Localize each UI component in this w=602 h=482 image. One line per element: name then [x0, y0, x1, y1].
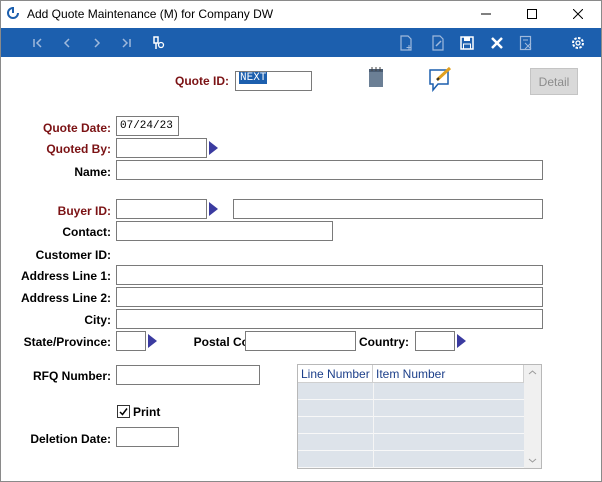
grid-row[interactable] — [298, 400, 524, 417]
quote-maintenance-window: Add Quote Maintenance (M) for Company DW — [0, 0, 602, 482]
address-line-2-label: Address Line 2: — [20, 291, 111, 305]
maximize-icon — [527, 9, 537, 19]
app-logo-icon — [7, 7, 19, 19]
customer-id-label: Customer ID: — [35, 248, 111, 262]
checkmark-icon — [119, 408, 128, 416]
notepad-icon[interactable] — [368, 66, 384, 91]
deletion-date-label: Deletion Date: — [30, 432, 111, 446]
edit-document-icon — [432, 35, 444, 51]
toolbar — [1, 28, 601, 57]
print-label: Print — [133, 405, 161, 419]
city-label: City: — [84, 313, 111, 327]
buyer-id-label: Buyer ID: — [57, 204, 111, 218]
quote-form: Quote ID: NEXT Detail Quote Date: 07/24/… — [1, 57, 601, 481]
address-line-2-field[interactable] — [116, 287, 543, 307]
settings-icon — [572, 37, 584, 49]
grid-row[interactable] — [298, 451, 524, 468]
quote-date-label: Quote Date: — [42, 121, 111, 135]
new-document-button[interactable] — [395, 32, 417, 54]
excel-icon — [519, 35, 532, 51]
lookup-button[interactable] — [147, 32, 169, 54]
export-excel-button[interactable] — [515, 32, 537, 54]
delete-icon — [491, 37, 503, 49]
grid-header-line-number[interactable]: Line Number — [298, 365, 373, 383]
first-record-button[interactable] — [27, 32, 49, 54]
last-record-button[interactable] — [115, 32, 137, 54]
quote-lines-grid[interactable]: Line Number Item Number — [297, 364, 542, 469]
minimize-button[interactable] — [463, 1, 509, 27]
previous-record-button[interactable] — [56, 32, 78, 54]
print-checkbox[interactable] — [117, 405, 130, 418]
country-field[interactable] — [415, 331, 455, 351]
next-record-button[interactable] — [86, 32, 108, 54]
minimize-icon — [481, 13, 491, 15]
save-icon — [460, 36, 474, 50]
quoted-by-label: Quoted By: — [46, 142, 111, 156]
state-lookup-arrow-icon[interactable] — [148, 334, 157, 348]
quoted-by-field[interactable] — [116, 138, 207, 158]
title-bar: Add Quote Maintenance (M) for Company DW — [1, 1, 601, 27]
address-line-1-field[interactable] — [116, 265, 543, 285]
save-button[interactable] — [456, 32, 478, 54]
grid-scrollbar[interactable] — [524, 365, 541, 468]
state-province-label: State/Province: — [23, 335, 111, 349]
buyer-id-lookup-arrow-icon[interactable] — [209, 202, 218, 216]
quote-id-field[interactable]: NEXT — [235, 71, 312, 91]
lookup-icon — [153, 36, 165, 49]
deletion-date-field[interactable] — [116, 427, 179, 447]
country-lookup-arrow-icon[interactable] — [457, 334, 466, 348]
edit-document-button[interactable] — [427, 32, 449, 54]
contact-field[interactable] — [116, 221, 333, 241]
city-field[interactable] — [116, 309, 543, 329]
close-icon — [573, 9, 583, 19]
name-label: Name: — [74, 165, 111, 179]
notes-chat-icon[interactable] — [428, 66, 454, 97]
previous-icon — [63, 38, 70, 48]
delete-button[interactable] — [486, 32, 508, 54]
country-label: Country: — [359, 335, 409, 349]
name-field[interactable] — [116, 160, 543, 180]
detail-button[interactable]: Detail — [530, 68, 578, 95]
contact-label: Contact: — [62, 225, 111, 239]
address-line-1-label: Address Line 1: — [20, 269, 111, 283]
rfq-number-label: RFQ Number: — [33, 369, 111, 383]
grid-row[interactable] — [298, 383, 524, 400]
maximize-button[interactable] — [509, 1, 555, 27]
last-icon — [122, 38, 131, 48]
postal-code-field[interactable] — [245, 331, 356, 351]
settings-button[interactable] — [567, 32, 589, 54]
grid-row[interactable] — [298, 417, 524, 434]
close-window-button[interactable] — [555, 1, 601, 27]
first-icon — [33, 38, 42, 48]
quote-id-value: NEXT — [239, 72, 268, 84]
grid-row[interactable] — [298, 434, 524, 451]
window-title: Add Quote Maintenance (M) for Company DW — [27, 7, 274, 21]
quote-date-field[interactable]: 07/24/23 — [116, 116, 179, 136]
grid-header-item-number[interactable]: Item Number — [373, 365, 524, 383]
next-icon — [94, 38, 101, 48]
quote-id-label: Quote ID: — [175, 74, 229, 88]
rfq-number-field[interactable] — [116, 365, 260, 385]
scroll-arrows-icon — [528, 370, 537, 463]
new-document-icon — [400, 35, 412, 51]
quoted-by-lookup-arrow-icon[interactable] — [209, 141, 218, 155]
buyer-description-field[interactable] — [233, 199, 543, 219]
buyer-id-field[interactable] — [116, 199, 207, 219]
state-province-field[interactable] — [116, 331, 146, 351]
